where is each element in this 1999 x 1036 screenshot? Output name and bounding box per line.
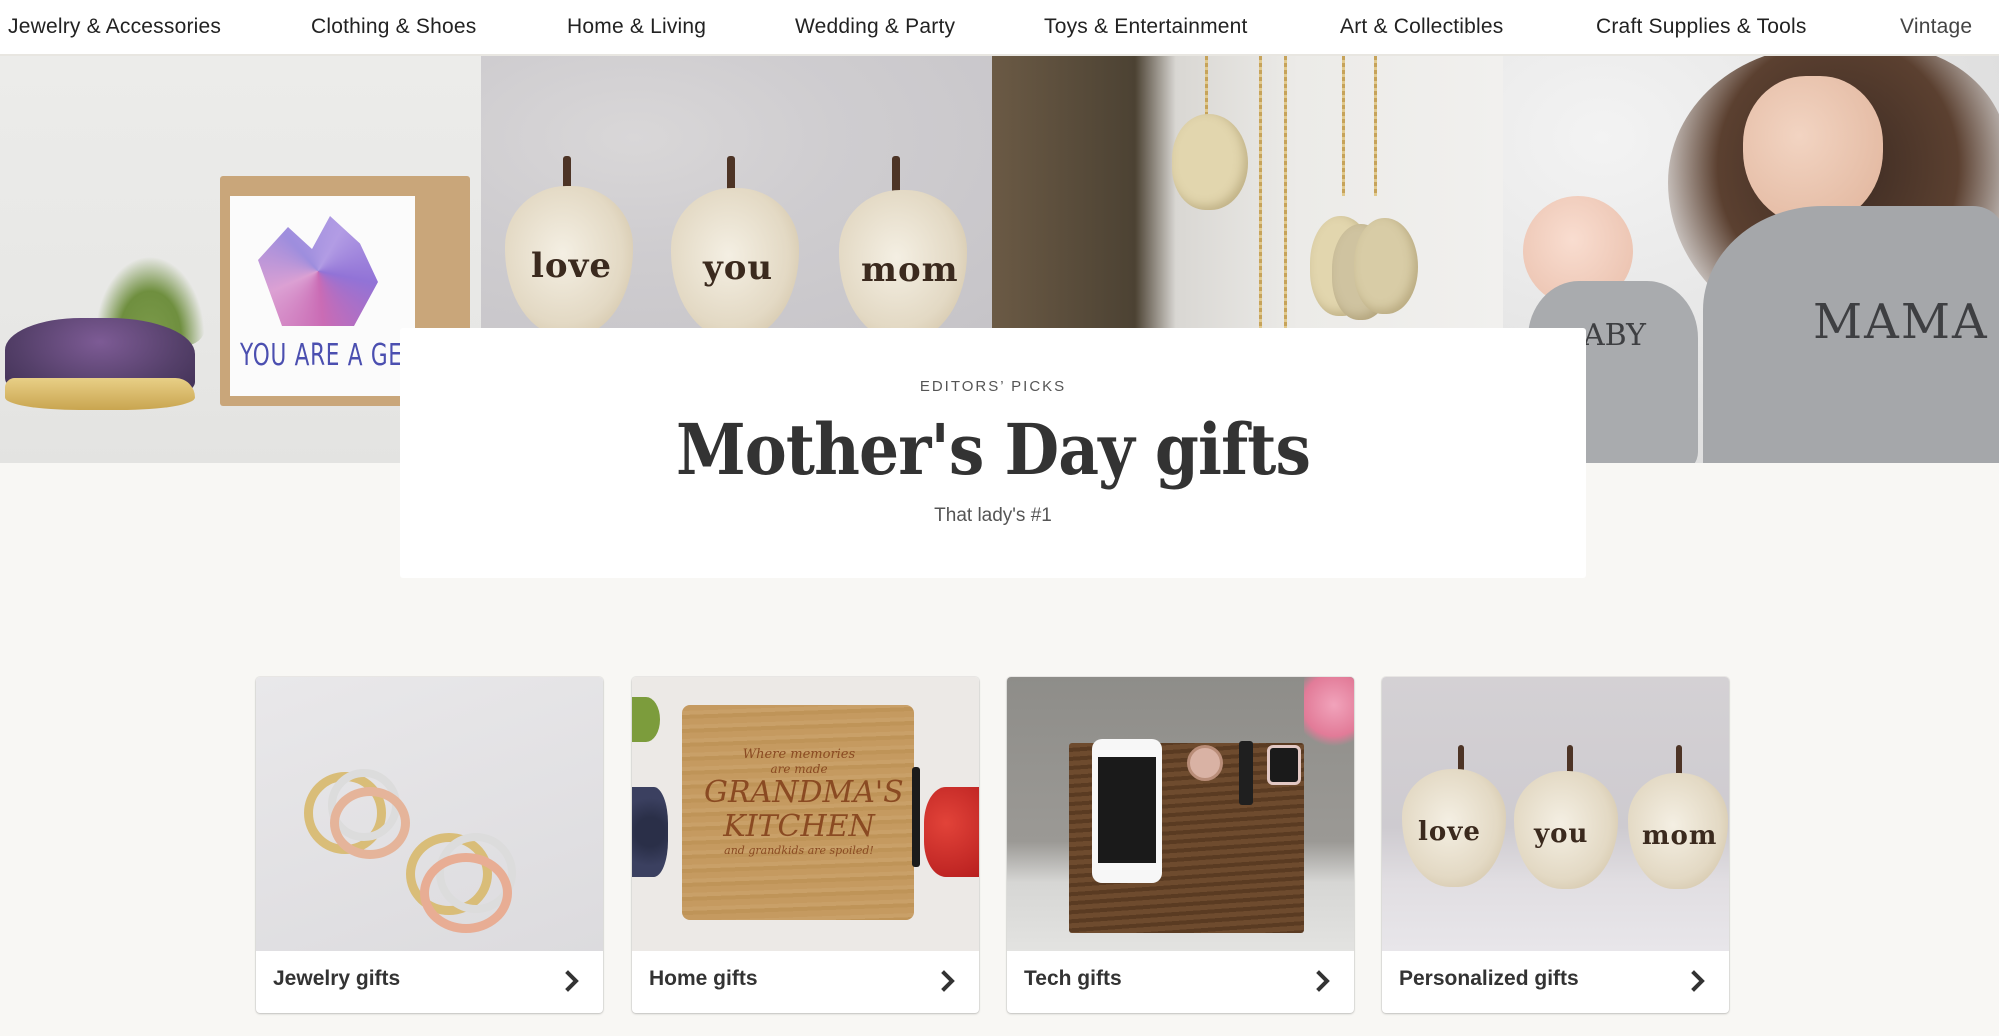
gold-geode-base xyxy=(5,378,195,410)
gift-image-jewelry xyxy=(256,677,603,951)
chevron-right-icon xyxy=(565,970,579,992)
board-line: GRANDMA'S xyxy=(704,775,904,810)
pear-word: love xyxy=(1418,817,1481,847)
necklace-chain xyxy=(1259,56,1262,328)
gift-card-tech[interactable]: Tech gifts xyxy=(1007,677,1354,1013)
gift-image-personalized: love you mom xyxy=(1382,677,1729,951)
flowers xyxy=(1304,677,1354,747)
gift-card-personalized[interactable]: love you mom Personalized gifts xyxy=(1382,677,1729,1013)
pear-word: you xyxy=(1534,819,1589,849)
fitness-band xyxy=(1239,741,1253,805)
mother-face xyxy=(1743,76,1883,226)
chevron-right-icon xyxy=(941,970,955,992)
necklace-chain xyxy=(1374,56,1377,196)
board-line: are made xyxy=(770,762,828,776)
nav-item-home-living[interactable]: Home & Living xyxy=(567,15,706,39)
pear-word: love xyxy=(531,246,612,286)
eyebrow-label: EDITORS’ PICKS xyxy=(919,378,1067,395)
feature-card[interactable]: EDITORS’ PICKS Mother's Day gifts That l… xyxy=(400,328,1586,578)
watch xyxy=(1187,745,1223,781)
page-subtitle: That lady's #1 xyxy=(934,505,1052,526)
ring xyxy=(330,787,410,859)
category-nav: Jewelry & Accessories Clothing & Shoes H… xyxy=(0,0,1999,56)
necklace-chain xyxy=(1284,56,1287,328)
nav-item-craft-supplies-tools[interactable]: Craft Supplies & Tools xyxy=(1596,15,1807,39)
nav-item-clothing-shoes[interactable]: Clothing & Shoes xyxy=(311,15,476,39)
gift-label: Home gifts xyxy=(649,967,758,990)
gift-image-tech xyxy=(1007,677,1354,951)
hero-image-pears[interactable]: love you mom xyxy=(481,56,992,328)
hero-image-necklaces[interactable] xyxy=(992,56,1503,328)
chevron-right-icon xyxy=(1316,970,1330,992)
gift-label: Tech gifts xyxy=(1024,967,1122,990)
kiwi xyxy=(632,697,660,742)
necklace-chain xyxy=(1342,56,1345,196)
pear-word: mom xyxy=(861,250,959,290)
nav-item-wedding-party[interactable]: Wedding & Party xyxy=(795,15,955,39)
chevron-right-icon xyxy=(1691,970,1705,992)
phone-screen xyxy=(1098,757,1156,863)
gift-card-home[interactable]: Where memories are made GRANDMA'S KITCHE… xyxy=(632,677,979,1013)
board-line: KITCHEN xyxy=(723,809,875,844)
nav-item-art-collectibles[interactable]: Art & Collectibles xyxy=(1340,15,1504,39)
ring xyxy=(420,853,512,933)
gem-box-text: YOU ARE A GEM xyxy=(240,338,423,373)
board-line: and grandkids are spoiled! xyxy=(724,844,874,857)
pear-word: mom xyxy=(1642,821,1718,851)
gift-card-jewelry[interactable]: Jewelry gifts xyxy=(256,677,603,1013)
smartwatch xyxy=(1267,745,1301,785)
pear-word: you xyxy=(703,248,774,288)
gift-label: Jewelry gifts xyxy=(273,967,401,990)
necklace-chain xyxy=(1205,56,1208,116)
nav-item-toys-entertainment[interactable]: Toys & Entertainment xyxy=(1044,15,1248,39)
nav-item-vintage[interactable]: Vintage xyxy=(1900,15,1972,39)
page-title: Mother's Day gifts xyxy=(675,408,1311,491)
knife xyxy=(912,767,920,867)
cutting-board-text: Where memories are made GRANDMA'S KITCHE… xyxy=(704,747,904,857)
strawberries xyxy=(924,787,979,877)
mama-shirt-text: MAMA xyxy=(1813,294,1989,350)
silhouette-charm xyxy=(1354,218,1418,314)
board-line: Where memories xyxy=(742,747,856,762)
baby-onesie-text: ABY xyxy=(1583,318,1646,353)
blueberries xyxy=(632,787,668,877)
gift-image-home: Where memories are made GRANDMA'S KITCHE… xyxy=(632,677,979,951)
silhouette-charm xyxy=(1172,114,1248,210)
gift-label: Personalized gifts xyxy=(1399,967,1579,990)
nav-item-jewelry-accessories[interactable]: Jewelry & Accessories xyxy=(8,15,221,39)
